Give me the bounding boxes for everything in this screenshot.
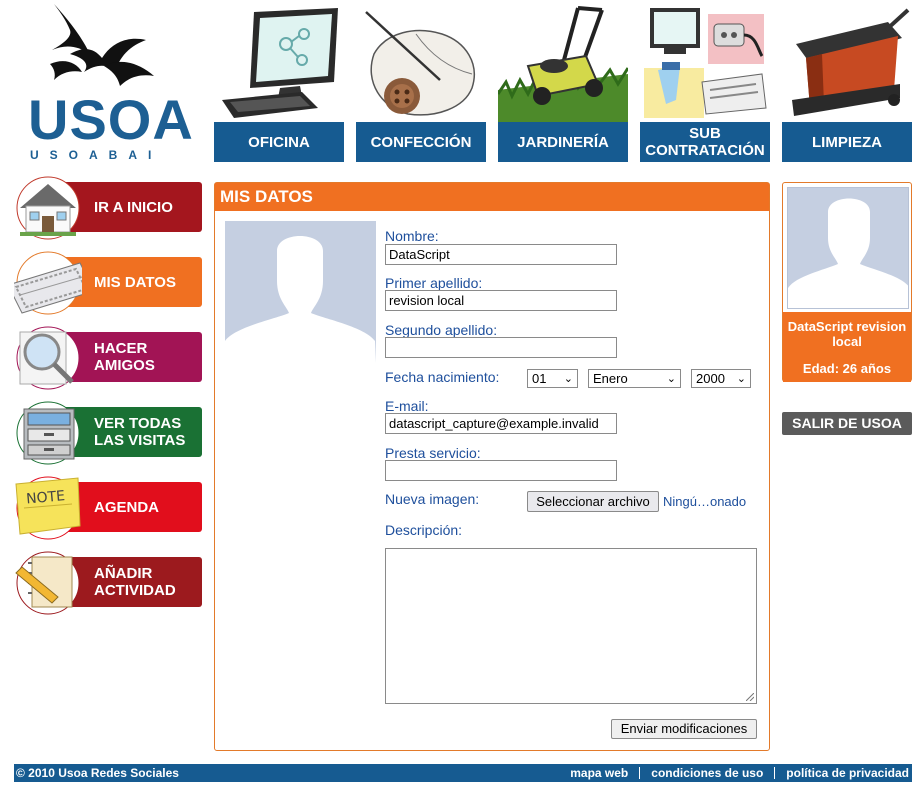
chevron-down-icon: ⌄ — [666, 373, 676, 385]
menu-item-hacer-amigos[interactable]: HACER AMIGOS — [14, 326, 202, 390]
usoa-logo[interactable]: USOA USOABAI — [20, 2, 193, 162]
choose-file-button[interactable]: Seleccionar archivo — [527, 491, 659, 512]
birth-year-select[interactable]: 2000 ⌄ — [691, 369, 751, 388]
menu-label: IR A INICIO — [94, 198, 173, 216]
menu-item-mis-datos[interactable]: MIS DATOS — [14, 251, 202, 315]
menu-item-agenda[interactable]: NOTE AGENDA — [14, 476, 202, 540]
menu-label: VER TODAS LAS VISITAS — [94, 415, 186, 449]
category-jardineria[interactable]: JARDINERÍA — [498, 0, 628, 162]
menu-label: HACER AMIGOS — [94, 340, 155, 374]
mis-datos-panel: MIS DATOS Nombre: Primer apellido: Segun… — [214, 182, 770, 751]
logout-button[interactable]: SALIR DE USOA — [782, 412, 912, 435]
nombre-input[interactable] — [385, 244, 617, 265]
segundo-apellido-label: Segundo apellido: — [385, 322, 498, 338]
presta-servicio-label: Presta servicio: — [385, 445, 481, 461]
birth-month-value: Enero — [593, 371, 628, 386]
email-input[interactable] — [385, 413, 617, 434]
footer-copyright: © 2010 Usoa Redes Sociales — [16, 766, 179, 780]
file-status: Ningú…onado — [663, 494, 747, 509]
fecha-nacimiento-label: Fecha nacimiento: — [385, 369, 500, 385]
descripcion-label: Descripción: — [385, 522, 463, 538]
floor-cleaner-icon — [792, 8, 910, 116]
menu-item-ver-visitas[interactable]: VER TODAS LAS VISITAS — [14, 401, 202, 465]
category-button[interactable]: LIMPIEZA — [782, 122, 912, 162]
menu-label: AGENDA — [94, 498, 160, 516]
resize-handle-icon — [746, 693, 754, 701]
avatar — [225, 221, 376, 363]
profile-age: Edad: 26 años — [802, 361, 892, 376]
lawnmower-icon — [498, 6, 628, 122]
profile-info: DataScript revision local Edad: 26 años — [783, 312, 911, 382]
monitor-icon — [222, 8, 338, 118]
category-button[interactable]: OFICINA — [214, 122, 344, 162]
birth-day-value: 01 — [532, 371, 547, 386]
footer-link-condiciones[interactable]: condiciones de uso — [651, 764, 763, 782]
menu-label: MIS DATOS — [94, 273, 176, 291]
keyboard-icon — [14, 251, 82, 315]
category-button[interactable]: JARDINERÍA — [498, 122, 628, 162]
menu-label: AÑADIR ACTIVIDAD — [94, 565, 176, 599]
footer-links: mapa web condiciones de uso política de … — [570, 764, 909, 782]
primer-apellido-label: Primer apellido: — [385, 275, 483, 291]
footer-divider — [774, 767, 776, 779]
birds-icon — [50, 4, 154, 86]
user-silhouette-icon — [225, 236, 376, 363]
panel-title: MIS DATOS — [215, 183, 769, 211]
category-limpieza[interactable]: LIMPIEZA — [782, 0, 912, 162]
footer: © 2010 Usoa Redes Sociales mapa web cond… — [14, 764, 912, 782]
nombre-label: Nombre: — [385, 228, 439, 244]
category-oficina[interactable]: OFICINA — [214, 0, 344, 162]
chevron-down-icon: ⌄ — [736, 373, 746, 385]
email-label: E-mail: — [385, 398, 429, 414]
chevron-down-icon: ⌄ — [563, 373, 573, 385]
profile-card: DataScript revision local Edad: 26 años — [782, 182, 912, 382]
footer-link-mapa-web[interactable]: mapa web — [570, 764, 628, 782]
magnifier-icon — [16, 326, 80, 390]
note-icon: NOTE — [15, 476, 81, 540]
user-silhouette-icon — [788, 198, 908, 308]
footer-divider — [639, 767, 641, 779]
menu-item-anadir-actividad[interactable]: AÑADIR ACTIVIDAD — [14, 551, 202, 615]
logo-subtext: USOABAI — [30, 148, 163, 162]
category-button[interactable]: SUB CONTRATACIÓN — [640, 122, 770, 162]
descripcion-textarea[interactable] — [385, 548, 757, 704]
house-icon — [16, 176, 80, 240]
birth-year-value: 2000 — [696, 371, 725, 386]
primer-apellido-input[interactable] — [385, 290, 617, 311]
category-button[interactable]: CONFECCIÓN — [356, 122, 486, 162]
cabinet-icon — [16, 401, 80, 465]
presta-servicio-input[interactable] — [385, 460, 617, 481]
birth-month-select[interactable]: Enero ⌄ — [588, 369, 681, 388]
footer-link-privacidad[interactable]: política de privacidad — [786, 764, 909, 782]
segundo-apellido-input[interactable] — [385, 337, 617, 358]
sewing-icon — [365, 11, 475, 116]
profile-name[interactable]: DataScript revision local — [783, 312, 911, 349]
menu-item-inicio[interactable]: IR A INICIO — [14, 176, 202, 240]
birth-day-select[interactable]: 01 ⌄ — [527, 369, 578, 388]
subcontract-icon — [644, 8, 767, 118]
notebook-pencil-icon — [15, 551, 80, 615]
category-subcontratacion[interactable]: SUB CONTRATACIÓN — [640, 0, 770, 162]
category-confeccion[interactable]: CONFECCIÓN — [356, 0, 486, 162]
profile-avatar[interactable] — [787, 187, 909, 309]
submit-button[interactable]: Enviar modificaciones — [611, 719, 757, 739]
nueva-imagen-label: Nueva imagen: — [385, 491, 480, 507]
logo-text: USOA — [28, 88, 194, 151]
